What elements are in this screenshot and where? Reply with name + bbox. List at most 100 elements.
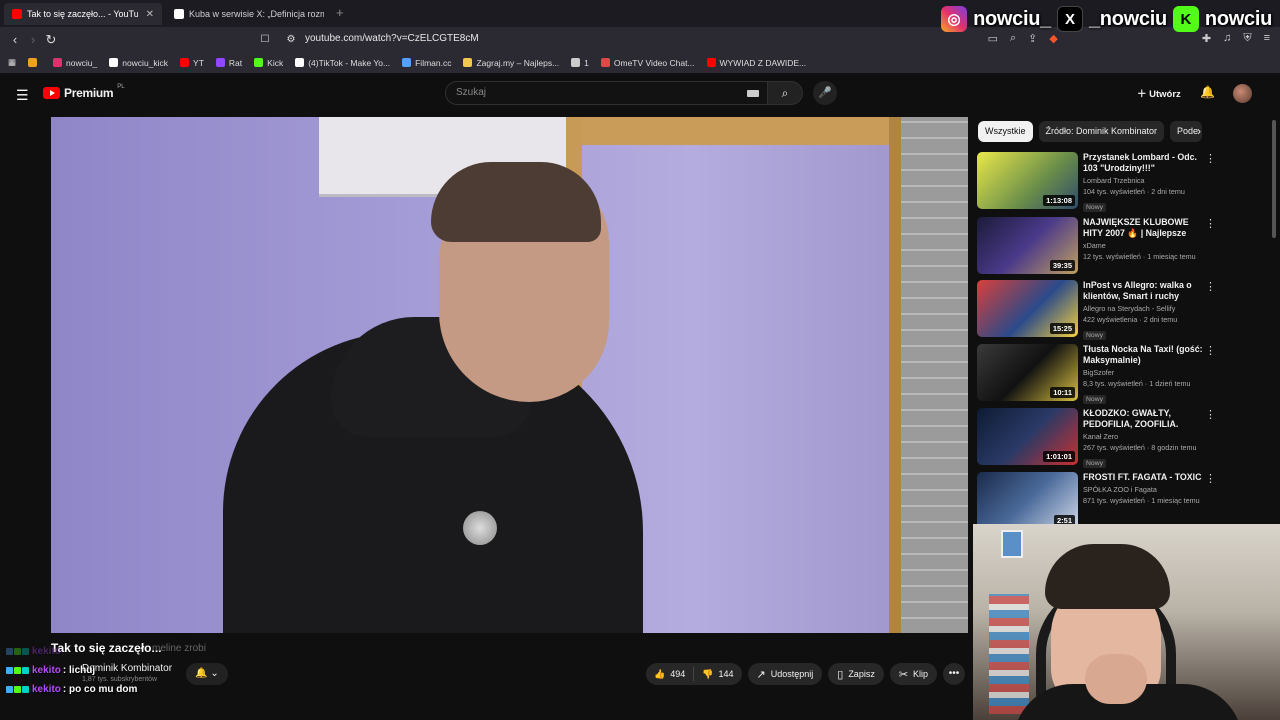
clip-button[interactable]: ✂ Klip [889,663,938,685]
reco-title[interactable]: Tłusta Nocka Na Taxi! (gość: Maksymalnie… [1083,344,1205,366]
notifications-icon[interactable]: 🔔 [1200,85,1215,99]
browser-tab-youtube[interactable]: Tak to się zaczęło... - YouTube ✕ [4,3,162,25]
more-actions-button[interactable]: ••• [943,663,966,685]
bookmark-save-icon: ▯ [837,668,844,681]
reco-channel[interactable]: BigSzofer [1083,368,1205,377]
more-vert-icon[interactable]: ⋮ [1205,152,1216,165]
brand-label: Premium [64,86,114,100]
bookmark-item[interactable]: Kick [254,58,283,68]
video-thumbnail[interactable]: 10:11 [977,344,1078,401]
video-player[interactable] [51,117,968,633]
reco-channel[interactable]: SPÓŁKA ZOO i Fagata [1083,485,1205,494]
bookmark-item[interactable]: WYWIAD Z DAWIDE... [706,58,806,68]
thumbs-up-icon: 👍 [654,668,666,679]
recommended-video[interactable]: 15:25 InPost vs Allegro: walka o klientó… [977,280,1222,340]
reco-stats: 8,3 tys. wyświetleń · 1 dzień temu [1083,379,1191,388]
create-button[interactable]: ＋ Utwórz [1137,86,1181,100]
video-thumbnail[interactable]: 1:01:01 [977,408,1078,465]
dislike-button[interactable]: 👎 144 [694,669,741,680]
reco-channel[interactable]: Allegro na Sterydach - Sellify [1083,304,1205,313]
reco-title[interactable]: InPost vs Allegro: walka o klientów, Sma… [1083,280,1205,302]
search-input[interactable]: Szukaj [445,81,768,105]
more-vert-icon[interactable]: ⋮ [1205,280,1216,293]
youtube-logo[interactable]: Premium PL [43,84,125,100]
account-avatar[interactable] [1233,84,1252,103]
youtube-masthead: ☰ Premium PL Szukaj ⌕ 🎤 ＋ Utwórz 🔔 [0,74,1280,114]
more-vert-icon[interactable]: ⋮ [1205,472,1216,485]
save-button[interactable]: ▯ Zapisz [828,663,884,685]
keyboard-icon[interactable] [747,90,759,97]
recommended-video[interactable]: 10:11 Tłusta Nocka Na Taxi! (gość: Maksy… [977,344,1222,404]
sidebar-scrollbar[interactable] [1272,120,1276,238]
back-icon[interactable]: ‹ [6,32,24,47]
chip-source-channel[interactable]: Źródło: Dominik Kombinator [1038,121,1165,142]
x-favicon-icon [174,9,184,19]
chip-all[interactable]: Wszystkie [978,121,1033,142]
recommended-video[interactable]: 39:35 NAJWIĘKSZE KLUBOWE HITY 2007 🔥 | N… [977,217,1222,275]
reco-channel[interactable]: Kanał Zero [1083,432,1205,441]
url-field[interactable]: youtube.com/watch?v=CzELCGTE8cM [305,33,479,44]
video-thumbnail[interactable]: 15:25 [977,280,1078,337]
chat-badges-icon [6,686,29,693]
search-icon: ⌕ [781,86,789,100]
more-vert-icon[interactable]: ⋮ [1205,408,1216,421]
guide-menu-icon[interactable]: ☰ [16,87,29,104]
new-badge: Nowy [1083,395,1106,404]
bookmark-item[interactable]: nowciu_ [53,58,97,68]
bookmark-item[interactable]: (4)TikTok - Make Yo... [295,58,390,68]
kick-handle: nowciu [1204,7,1272,30]
chat-message: kekito: lichuj [6,661,266,680]
more-horiz-icon: ••• [948,668,960,679]
browser-tab-x[interactable]: Kuba w serwisie X: „Definicja rozmow [166,3,332,25]
share-button[interactable]: ↗ Udostępnij [747,663,823,685]
recommended-video[interactable]: 1:01:01 KŁODZKO: GWAŁTY, PEDOFILIA, ZOOF… [977,408,1222,468]
chevron-right-icon[interactable]: › [1197,124,1201,138]
video-thumbnail[interactable]: 2:51 [977,472,1078,529]
recommended-video[interactable]: 1:13:08 Przystanek Lombard - Odc. 103 "U… [977,152,1222,212]
close-tab-icon[interactable]: ✕ [146,9,154,20]
bookmark-item[interactable]: Rat [215,58,242,68]
bookmark-item[interactable]: Filman.cc [402,58,451,68]
new-badge: Nowy [1083,203,1106,212]
like-dislike-group: 👍 494 👎 144 [646,663,742,685]
bookmark-icon[interactable]: ☐ [256,34,274,45]
x-handle: _nowciu [1088,7,1167,30]
reco-title[interactable]: NAJWIĘKSZE KLUBOWE HITY 2007 🔥 | Najleps… [1083,217,1205,239]
reco-stats: 267 tys. wyświetleń · 8 godzin temu [1083,443,1197,452]
reco-stats: 871 tys. wyświetleń · 1 miesiąc temu [1083,496,1200,505]
video-actions: 👍 494 👎 144 ↗ Udostępnij ▯ Zapisz ✂ Klip ••• [646,663,966,685]
like-button[interactable]: 👍 494 [646,669,693,680]
instagram-handle: nowciu_ [973,7,1051,30]
more-vert-icon[interactable]: ⋮ [1205,217,1216,230]
search-button[interactable]: ⌕ [767,81,803,105]
youtube-play-icon [43,87,60,99]
bookmark-item[interactable] [28,58,41,67]
bookmark-item[interactable]: YT [180,58,204,68]
reco-title[interactable]: KŁODZKO: GWAŁTY, PEDOFILIA, ZOOFILIA. WS… [1083,408,1205,430]
tab-title: Kuba w serwisie X: „Definicja rozmow [189,9,324,19]
reco-stats: 104 tys. wyświetleń · 2 dni temu [1083,187,1185,196]
share-arrow-icon: ↗ [756,668,766,681]
forward-icon[interactable]: › [24,32,42,47]
reco-channel[interactable]: xDame [1083,241,1205,250]
bookmark-item[interactable]: OmeTV Video Chat... [600,58,695,68]
reco-title[interactable]: FROSTI FT. FAGATA - TOXIC [1083,472,1205,483]
reco-channel[interactable]: Lombard Trzebnica [1083,176,1205,185]
video-thumbnail[interactable]: 1:13:08 [977,152,1078,209]
recommended-video[interactable]: 2:51 FROSTI FT. FAGATA - TOXIC SPÓŁKA ZO… [977,472,1222,530]
voice-search-icon[interactable]: 🎤 [813,81,837,105]
tab-title: Tak to się zaczęło... - YouTube [27,9,138,19]
bookmark-item[interactable]: 1 [571,58,589,68]
new-tab-button[interactable]: + [336,5,344,20]
video-thumbnail[interactable]: 39:35 [977,217,1078,274]
apps-icon[interactable]: ▦ [8,57,16,68]
reco-title[interactable]: Przystanek Lombard - Odc. 103 "Urodziny!… [1083,152,1205,174]
site-info-icon[interactable]: ⚙ [282,34,300,45]
search-placeholder: Szukaj [456,87,487,98]
bookmark-item[interactable]: Zagraj.my – Najleps... [463,58,559,68]
stream-chat-overlay: kekito kekito: lichuj kekito: po co mu d… [6,642,266,699]
more-vert-icon[interactable]: ⋮ [1205,344,1216,357]
reload-icon[interactable]: ↻ [42,32,60,48]
brand-region: PL [117,84,125,90]
bookmark-item[interactable]: nowciu_kick [109,58,168,68]
